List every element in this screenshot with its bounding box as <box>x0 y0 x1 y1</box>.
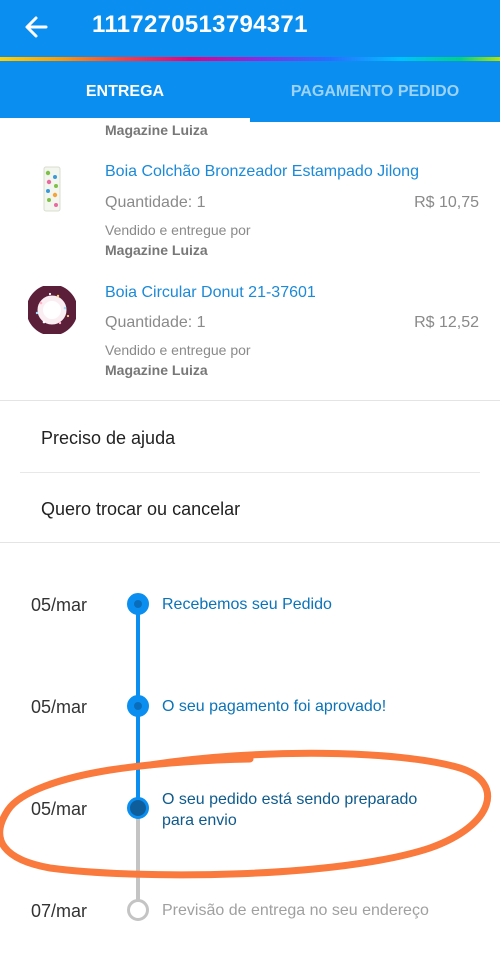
product-title[interactable]: Boia Colchão Bronzeador Estampado Jilong <box>105 163 419 181</box>
product-price: R$ 12,52 <box>414 314 479 331</box>
timeline-date: 05/mar <box>31 697 88 717</box>
help-button[interactable]: Preciso de ajuda <box>41 428 175 449</box>
timeline-step-text: O seu pagamento foi aprovado! <box>162 698 387 715</box>
timeline-step-text: Recebemos seu Pedido <box>162 596 332 613</box>
sold-by-label: Vendido e entregue por <box>105 342 251 358</box>
tab-bar: ENTREGA PAGAMENTO PEDIDO <box>0 61 500 122</box>
exchange-cancel-button[interactable]: Quero trocar ou cancelar <box>41 499 240 520</box>
seller-name: Magazine Luiza <box>105 362 208 378</box>
product-quantity: Quantidade: 1 <box>105 194 206 211</box>
previous-item-seller: Magazine Luiza <box>105 122 208 138</box>
tab-pagamento-pedido[interactable]: PAGAMENTO PEDIDO <box>250 61 500 122</box>
order-id-title: 1117270513794371 <box>92 11 308 38</box>
timeline-dot-done <box>127 593 149 615</box>
product-quantity: Quantidade: 1 <box>105 314 206 331</box>
timeline-step-text: Previsão de entrega no seu endereço <box>162 902 429 919</box>
timeline-dot-pending <box>127 899 149 921</box>
timeline-date: 05/mar <box>31 595 88 615</box>
tab-entrega[interactable]: ENTREGA <box>0 61 250 122</box>
timeline-dot-done <box>127 695 149 717</box>
product-title[interactable]: Boia Circular Donut 21-37601 <box>105 284 316 302</box>
product-thumbnail <box>43 166 61 212</box>
product-thumbnail <box>28 286 76 334</box>
app-bar: 1117270513794371 <box>0 0 500 60</box>
divider <box>0 400 500 401</box>
timeline-date: 07/mar <box>31 901 88 921</box>
list-item[interactable]: Boia Circular Donut 21-37601 Quantidade:… <box>0 270 500 390</box>
product-price: R$ 10,75 <box>414 194 479 211</box>
sold-by-label: Vendido e entregue por <box>105 222 251 238</box>
list-item[interactable]: Boia Colchão Bronzeador Estampado Jilong… <box>0 150 500 270</box>
annotation-circle <box>0 749 492 879</box>
seller-name: Magazine Luiza <box>105 242 208 258</box>
divider <box>20 472 480 473</box>
arrow-left-icon[interactable] <box>22 12 52 42</box>
divider <box>0 542 500 543</box>
